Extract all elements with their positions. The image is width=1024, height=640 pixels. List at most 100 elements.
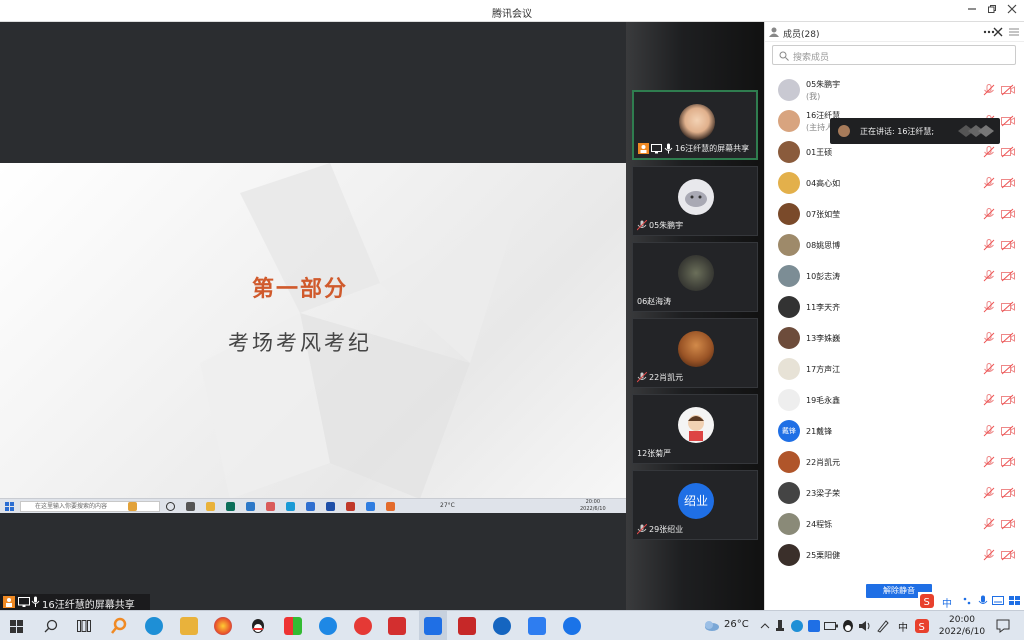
mic-muted-icon[interactable] [983,425,995,437]
mic-muted-icon[interactable] [983,549,995,561]
mic-muted-icon[interactable] [983,208,995,220]
camera-off-icon[interactable] [1001,177,1015,189]
camera-off-icon[interactable] [1001,270,1015,282]
tencent-meeting-icon[interactable] [424,617,442,635]
mic-muted-icon[interactable] [983,177,995,189]
member-row[interactable]: 19毛永鑫 [775,386,1015,414]
windows-start-icon[interactable] [10,620,23,633]
lark-icon[interactable] [528,617,546,635]
system-clock[interactable]: 20:00 2022/6/10 [938,614,986,638]
mic-muted-icon[interactable] [983,301,995,313]
mic-muted-icon[interactable] [983,394,995,406]
mic-muted-icon[interactable] [983,363,995,375]
file-explorer-icon[interactable] [180,617,198,635]
mic-muted-icon[interactable] [983,84,995,96]
feishu-icon[interactable] [319,617,337,635]
member-row[interactable]: 17方声江 [775,355,1015,383]
close-panel-icon[interactable] [993,27,1003,37]
video-tile[interactable]: 16汪纤慧的屏幕共享 [632,90,758,160]
keyboard-icon[interactable] [992,596,1004,606]
browser-icon[interactable] [493,617,511,635]
sogou-tray-icon[interactable]: S [915,619,929,633]
camera-off-icon[interactable] [1001,518,1015,530]
screen-share-bar[interactable]: 16汪纤慧的屏幕共享 [0,594,150,611]
camera-off-icon[interactable] [1001,208,1015,220]
search-app-icon[interactable] [110,617,128,635]
camera-off-icon[interactable] [1001,549,1015,561]
qq-icon[interactable] [249,617,267,635]
firefox-icon[interactable] [214,617,232,635]
camera-off-icon[interactable] [1001,115,1015,127]
member-search-input[interactable]: 搜索成员 [772,45,1016,65]
camera-off-icon[interactable] [1001,363,1015,375]
mic-muted-icon[interactable] [983,518,995,530]
video-tile[interactable]: 12张菊严 [632,394,758,464]
notification-icon[interactable] [996,619,1010,633]
netease-music-icon[interactable] [354,617,372,635]
member-row[interactable]: 05朱鹏宇 (我) [775,76,1015,104]
speaker-icon[interactable] [858,619,872,633]
member-row[interactable]: 08姚思博 [775,231,1015,259]
battery-icon[interactable] [824,620,838,632]
voice-icon[interactable] [978,595,988,607]
mic-muted-icon[interactable] [983,332,995,344]
member-row[interactable]: 10彭志涛 [775,262,1015,290]
chevron-up-icon[interactable] [760,621,770,631]
member-row[interactable]: 04高心如 [775,169,1015,197]
ime-toolbar[interactable]: S 中 [918,592,1024,610]
usb-icon[interactable] [776,620,784,632]
video-tile[interactable]: 22肖凯元 [632,318,758,388]
camera-off-icon[interactable] [1001,487,1015,499]
member-row[interactable]: 23梁子荣 [775,479,1015,507]
ime-lang[interactable]: 中 [942,595,952,610]
menu-icon[interactable] [1009,28,1019,36]
member-row[interactable]: 25栗阳健 [775,541,1015,569]
camera-off-icon[interactable] [1001,332,1015,344]
mic-muted-icon[interactable] [983,239,995,251]
app-icon[interactable] [563,617,581,635]
video-tile[interactable]: 绍业 29张绍业 [632,470,758,540]
pdf-icon[interactable] [388,617,406,635]
minimize-button[interactable] [964,3,980,19]
members-title: 成员(28) [783,30,820,40]
member-row[interactable]: 24程铄 [775,510,1015,538]
toolbox-icon[interactable] [1009,596,1021,606]
search-icon[interactable] [44,619,58,633]
camera-off-icon[interactable] [1001,146,1015,158]
member-row[interactable]: 07张如莹 [775,200,1015,228]
app-tray-icon[interactable] [808,620,820,632]
restore-button[interactable] [984,3,1000,19]
video-tile[interactable]: 06赵海涛 [632,242,758,312]
member-row[interactable]: 11李天齐 [775,293,1015,321]
member-row[interactable]: 戴锋 21戴锋 [775,417,1015,445]
camera-off-icon[interactable] [1001,456,1015,468]
weather-temp[interactable]: 26°C [724,619,749,630]
punctuation-icon[interactable] [962,596,972,606]
office-app-icon[interactable] [284,617,302,635]
sogou-icon[interactable]: S [920,594,934,608]
video-tile[interactable]: 05朱鹏宇 [632,166,758,236]
mic-muted-icon[interactable] [983,270,995,282]
settings-app-icon[interactable] [458,617,476,635]
pen-icon[interactable] [876,619,890,633]
taskview-icon[interactable] [77,620,91,632]
member-row[interactable]: 22肖凯元 [775,448,1015,476]
camera-off-icon[interactable] [1001,394,1015,406]
mic-muted-icon[interactable] [983,487,995,499]
qq-tray-icon[interactable] [841,619,855,633]
member-role: (我) [806,92,821,101]
camera-off-icon[interactable] [1001,84,1015,96]
mic-muted-icon[interactable] [983,146,995,158]
close-button[interactable] [1004,3,1020,19]
weather-icon[interactable] [702,620,720,632]
camera-off-icon[interactable] [1001,425,1015,437]
app2-icon [346,502,355,511]
member-row[interactable]: 13李姝巍 [775,324,1015,352]
camera-off-icon[interactable] [1001,301,1015,313]
verify-tray-icon[interactable] [790,619,804,633]
ime-lang[interactable]: 中 [898,619,908,634]
mic-muted-icon[interactable] [983,456,995,468]
camera-off-icon[interactable] [1001,239,1015,251]
verify-app-icon[interactable] [145,617,163,635]
shared-screen: 第一部分 考场考风考纪 在这里输入你要搜索的内容 27°C 20:00 2022… [0,22,626,610]
